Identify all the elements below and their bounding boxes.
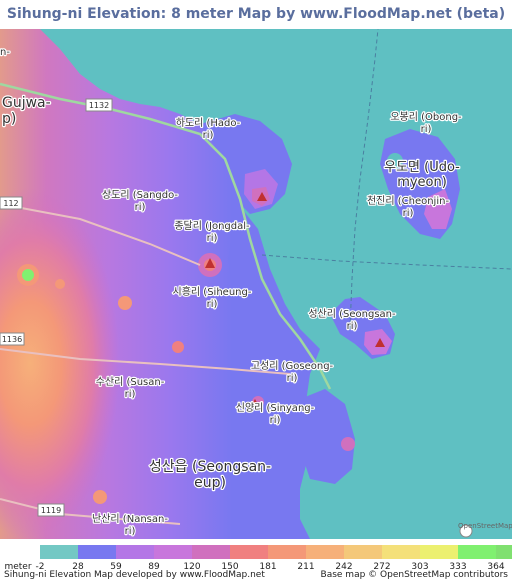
legend-swatch	[154, 545, 192, 559]
legend-label: 364	[487, 562, 505, 572]
legend-swatch	[116, 545, 154, 559]
road-shield-1136: 1136	[0, 332, 25, 346]
road-label-1136: 1136	[2, 335, 22, 344]
legend-swatch	[40, 545, 78, 559]
map-title: Sihung-ni Elevation: 8 meter Map by www.…	[0, 0, 512, 29]
legend-label: 120	[183, 562, 201, 572]
legend-label: 150	[221, 562, 239, 572]
legend-swatch	[420, 545, 458, 559]
road-label-112: 112	[3, 199, 18, 208]
legend-label: 272	[373, 562, 391, 572]
legend-swatch	[306, 545, 344, 559]
road-shield-112: 112	[0, 196, 23, 210]
hill-shading	[0, 149, 200, 539]
legend-swatch	[344, 545, 382, 559]
oreum-6	[341, 437, 355, 451]
legend-label: -2	[35, 562, 45, 572]
place-label-topleft: n-	[0, 47, 10, 58]
legend-label: 181	[259, 562, 277, 572]
road-shield-1119: 1119	[37, 503, 65, 517]
oreum-4	[93, 490, 107, 504]
legend-label: 242	[335, 562, 353, 572]
legend-swatch	[458, 545, 496, 559]
oreum-3	[172, 341, 184, 353]
legend-unit: meter	[4, 562, 32, 572]
legend-label: 89	[148, 562, 160, 572]
high-peak-top	[22, 269, 34, 281]
osm-logo-text: OpenStreetMap	[458, 522, 512, 530]
elevation-map[interactable]: 1132 112 1136 1119 Gujwa-p) 하도리 (Hado-ri)…	[0, 29, 512, 539]
legend-swatch	[382, 545, 420, 559]
road-label-1132: 1132	[89, 101, 109, 110]
legend-label: 303	[411, 562, 429, 572]
legend-label: 59	[110, 562, 122, 572]
legend-label: 28	[72, 562, 84, 572]
road-shield-1132: 1132	[85, 98, 113, 112]
legend-swatch	[496, 545, 512, 559]
road-label-1119: 1119	[41, 506, 61, 515]
oreum-5	[55, 279, 65, 289]
legend-label: 211	[297, 562, 315, 572]
legend-swatch	[268, 545, 306, 559]
oreum-2	[118, 296, 132, 310]
legend-swatch	[230, 545, 268, 559]
legend-label: 333	[449, 562, 467, 572]
legend-swatch	[192, 545, 230, 559]
legend-swatch	[78, 545, 116, 559]
